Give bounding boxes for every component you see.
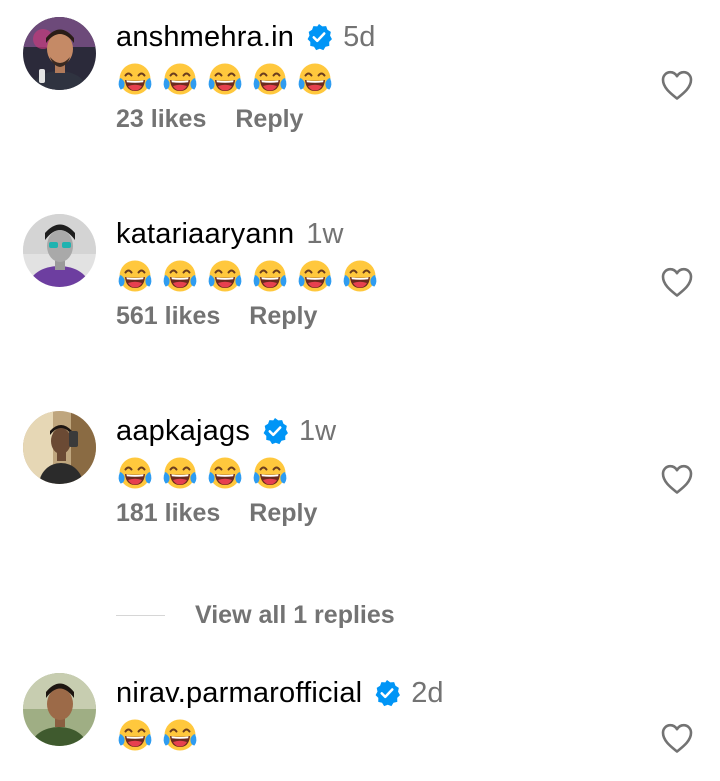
comment-actions: 181 likes Reply: [116, 499, 317, 528]
username[interactable]: nirav.parmarofficial: [116, 677, 362, 710]
view-replies-button[interactable]: View all 1 replies: [116, 598, 395, 632]
likes-count[interactable]: 561 likes: [116, 302, 220, 331]
timestamp[interactable]: 2d: [411, 677, 443, 710]
comment-actions: 23 likes Reply: [116, 105, 303, 134]
likes-count[interactable]: 23 likes: [116, 105, 206, 134]
heart-icon[interactable]: [659, 720, 695, 756]
comment-text: [117, 62, 342, 98]
face-with-tears-of-joy-icon: [162, 62, 198, 96]
face-with-tears-of-joy-icon: [117, 62, 153, 96]
face-with-tears-of-joy-icon: [252, 259, 288, 293]
username[interactable]: aapkajags: [116, 415, 250, 448]
face-with-tears-of-joy-icon: [117, 456, 153, 490]
comment-actions: 561 likes Reply: [116, 302, 317, 331]
face-with-tears-of-joy-icon: [162, 259, 198, 293]
reply-button[interactable]: Reply: [249, 302, 317, 331]
timestamp[interactable]: 1w: [306, 218, 343, 251]
heart-icon[interactable]: [659, 67, 695, 103]
avatar[interactable]: [23, 214, 96, 287]
reply-button[interactable]: Reply: [235, 105, 303, 134]
username[interactable]: katariaaryann: [116, 218, 294, 251]
comment-text: [117, 718, 207, 754]
face-with-tears-of-joy-icon: [252, 62, 288, 96]
face-with-tears-of-joy-icon: [162, 718, 198, 752]
likes-count[interactable]: 181 likes: [116, 499, 220, 528]
face-with-tears-of-joy-icon: [207, 62, 243, 96]
comment-text: [117, 456, 297, 492]
verified-badge-icon: [263, 418, 288, 445]
face-with-tears-of-joy-icon: [342, 259, 378, 293]
face-with-tears-of-joy-icon: [117, 259, 153, 293]
comment-header: nirav.parmarofficial 2d: [116, 673, 444, 713]
timestamp[interactable]: 5d: [343, 21, 375, 54]
comment-header: aapkajags 1w: [116, 411, 336, 451]
face-with-tears-of-joy-icon: [297, 259, 333, 293]
comment-text: [117, 259, 387, 295]
face-with-tears-of-joy-icon: [162, 456, 198, 490]
verified-badge-icon: [375, 680, 401, 707]
replies-divider: [116, 614, 165, 616]
face-with-tears-of-joy-icon: [207, 259, 243, 293]
view-replies-label[interactable]: View all 1 replies: [195, 601, 395, 630]
username[interactable]: anshmehra.in: [116, 21, 294, 54]
comment-header: katariaaryann 1w: [116, 214, 343, 254]
timestamp[interactable]: 1w: [299, 415, 336, 448]
avatar[interactable]: [23, 673, 96, 746]
face-with-tears-of-joy-icon: [117, 718, 153, 752]
verified-badge-icon: [307, 24, 333, 51]
face-with-tears-of-joy-icon: [207, 456, 243, 490]
heart-icon[interactable]: [659, 264, 695, 300]
heart-icon[interactable]: [659, 461, 695, 497]
face-with-tears-of-joy-icon: [252, 456, 288, 490]
avatar[interactable]: [23, 411, 96, 484]
face-with-tears-of-joy-icon: [297, 62, 333, 96]
reply-button[interactable]: Reply: [249, 499, 317, 528]
avatar[interactable]: [23, 17, 96, 90]
comment-header: anshmehra.in 5d: [116, 17, 375, 57]
